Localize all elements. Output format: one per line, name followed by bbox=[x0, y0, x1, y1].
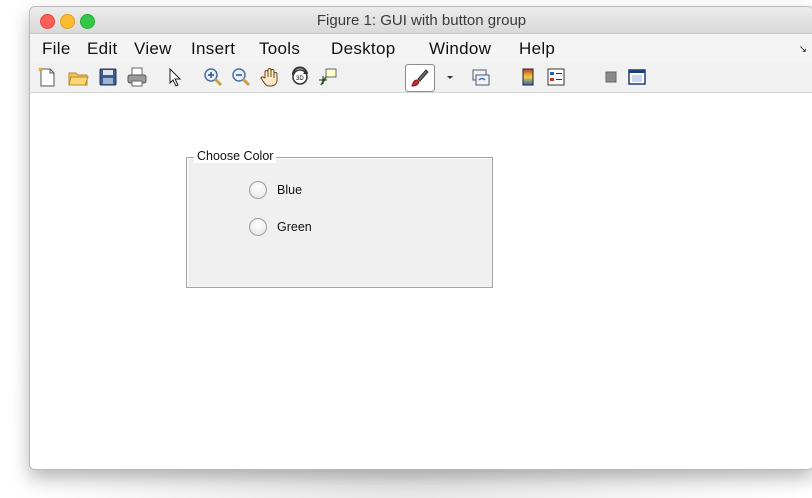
brush-icon[interactable] bbox=[405, 64, 435, 92]
figure-toolbar: 3D bbox=[30, 62, 812, 93]
title-bar: Figure 1: GUI with button group bbox=[30, 7, 812, 34]
pointer-icon[interactable] bbox=[164, 66, 186, 88]
menu-tools[interactable]: Tools bbox=[259, 39, 300, 59]
window-title: Figure 1: GUI with button group bbox=[316, 12, 527, 29]
radio-circle-green[interactable] bbox=[249, 218, 267, 236]
button-group-panel: Choose Color Blue Green bbox=[186, 149, 493, 288]
insert-legend-icon[interactable] bbox=[545, 66, 567, 88]
show-plot-tools-icon[interactable] bbox=[626, 66, 648, 88]
menu-desktop[interactable]: Desktop bbox=[331, 39, 395, 59]
panel-title: Choose Color bbox=[194, 149, 277, 163]
menu-view[interactable]: View bbox=[134, 39, 172, 59]
radio-label-blue[interactable]: Blue bbox=[277, 183, 302, 197]
new-figure-icon[interactable] bbox=[36, 66, 58, 88]
panel-border bbox=[186, 157, 493, 288]
menu-help[interactable]: Help bbox=[519, 39, 555, 59]
print-icon[interactable] bbox=[126, 66, 148, 88]
radio-circle-blue[interactable] bbox=[249, 181, 267, 199]
zoom-in-icon[interactable] bbox=[202, 66, 224, 88]
open-file-icon[interactable] bbox=[67, 66, 89, 88]
radio-blue[interactable]: Blue bbox=[249, 181, 302, 199]
brush-dropdown-icon[interactable] bbox=[439, 66, 453, 88]
figure-canvas: Choose Color Blue Green bbox=[30, 93, 812, 469]
radio-green[interactable]: Green bbox=[249, 218, 312, 236]
insert-colorbar-icon[interactable] bbox=[517, 66, 539, 88]
menu-overflow-arrow-icon[interactable]: ↘ bbox=[799, 44, 807, 55]
data-cursor-icon[interactable] bbox=[317, 66, 339, 88]
radio-label-green[interactable]: Green bbox=[277, 220, 312, 234]
svg-text:3D: 3D bbox=[296, 76, 304, 82]
rotate-3d-icon[interactable]: 3D bbox=[289, 66, 311, 88]
link-plot-icon[interactable] bbox=[470, 66, 492, 88]
zoom-out-icon[interactable] bbox=[230, 66, 252, 88]
hide-plot-tools-icon[interactable] bbox=[600, 66, 622, 88]
figure-window: Figure 1: GUI with button group File Edi… bbox=[29, 6, 812, 470]
menu-insert[interactable]: Insert bbox=[191, 39, 235, 59]
save-icon[interactable] bbox=[97, 66, 119, 88]
menu-bar: File Edit View Insert Tools Desktop Wind… bbox=[30, 34, 812, 62]
pan-hand-icon[interactable] bbox=[259, 66, 281, 88]
menu-edit[interactable]: Edit bbox=[87, 39, 118, 59]
menu-window[interactable]: Window bbox=[429, 39, 491, 59]
menu-file[interactable]: File bbox=[42, 39, 71, 59]
